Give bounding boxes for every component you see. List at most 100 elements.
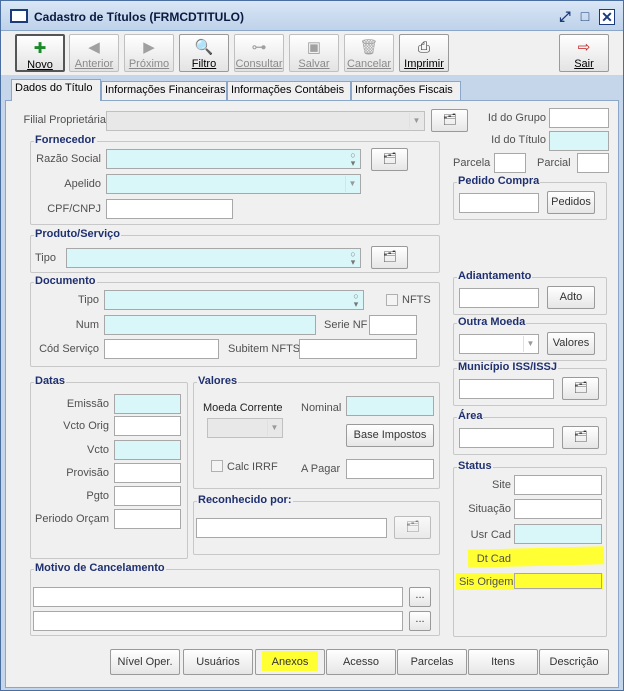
motivo-ellipsis-button-1[interactable]: ... [409,587,431,607]
acesso-button[interactable]: Acesso [326,649,396,675]
area-group: Área 🗂 [453,410,607,455]
pedidos-button[interactable]: Pedidos [547,191,595,214]
reconhecido-title: Reconhecido por: [197,494,293,506]
proximo-button[interactable]: ▶ Próximo [124,34,174,72]
consultar-button[interactable]: ⊶ Consultar [234,34,284,72]
municipio-input[interactable] [459,379,554,399]
printer-icon: ⎙ [417,39,430,56]
produto-tipo-input[interactable]: ○ ▾ [66,248,361,268]
id-titulo-label: Id do Título [491,134,546,146]
pedido-compra-input[interactable] [459,193,539,213]
nfts-checkbox[interactable] [386,294,398,306]
site-input[interactable] [514,475,602,495]
tab-info-fiscais[interactable]: Informações Fiscais [351,81,461,101]
restore-icon[interactable]: ⤢ [557,9,573,23]
produto-lookup-button[interactable]: 🗂 [371,246,408,269]
close-icon[interactable]: ✕ [599,9,615,25]
doc-tipo-label: Tipo [78,294,99,306]
cod-servico-input[interactable] [104,339,219,359]
nivel-oper-button[interactable]: Nível Oper. [110,649,180,675]
valores-group: Valores Moeda Corrente ▼ Nominal Base Im… [193,375,440,489]
vcto-input[interactable] [114,440,181,460]
parcelas-button[interactable]: Parcelas [397,649,467,675]
chevron-down-icon: ▼ [267,420,281,436]
situacao-label: Situação [468,503,511,515]
search-icon: ○ ▾ [353,291,359,309]
apelido-select[interactable]: ▼ [106,174,361,194]
motivo-ellipsis-button-2[interactable]: ... [409,611,431,631]
salvar-button[interactable]: ▣ Salvar [289,34,339,72]
usr-cad-input[interactable] [514,524,602,544]
novo-button[interactable]: ✚ Novo [15,34,65,72]
tab-dados-titulo[interactable]: Dados do Título [11,79,101,101]
parcial-input[interactable] [577,153,609,173]
fornecedor-title: Fornecedor [34,134,97,146]
emissao-input[interactable] [114,394,181,414]
anexos-button[interactable]: Anexos [255,649,325,675]
emissao-label: Emissão [66,398,109,410]
datas-title: Datas [34,375,66,387]
sair-button[interactable]: ⇨ Sair [559,34,609,72]
valores-button[interactable]: Valores [547,332,595,355]
nominal-input[interactable] [346,396,434,416]
cod-servico-label: Cód Serviço [39,343,99,355]
filial-lookup-button[interactable]: 🗂 [431,109,468,132]
area-input[interactable] [459,428,554,448]
new-record-icon: ✚ [33,40,47,57]
adiantamento-input[interactable] [459,288,539,308]
municipio-lookup-button[interactable]: 🗂 [562,377,599,400]
reconhecido-input[interactable] [196,518,387,538]
search-icon: ○ ▾ [350,249,356,267]
title-bar: Cadastro de Títulos (FRMCDTITULO) ⤢ □ ✕ [1,1,623,31]
id-titulo-input[interactable] [549,131,609,151]
cancelar-button[interactable]: 🗑 Cancelar [344,34,394,72]
filtro-button[interactable]: 🔍 Filtro [179,34,229,72]
imprimir-button[interactable]: ⎙ Imprimir [399,34,449,72]
periodo-orcam-label: Periodo Orçam [35,513,109,525]
serie-nf-label: Serie NF [324,319,368,331]
moeda-corrente-select[interactable]: ▼ [207,418,283,438]
descricao-button[interactable]: Descrição [539,649,609,675]
base-impostos-button[interactable]: Base Impostos [346,424,434,447]
serie-nf-input[interactable] [369,315,417,335]
vcto-orig-input[interactable] [114,416,181,436]
outra-moeda-select[interactable]: ▼ [459,334,539,354]
periodo-orcam-input[interactable] [114,509,181,529]
anterior-button[interactable]: ◀ Anterior [69,34,119,72]
fornecedor-group: Fornecedor Razão Social ○ ▾ 🗂 Apelido ▼ C… [30,134,440,225]
tab-bar: Dados do Título Informações Financeiras … [1,79,623,101]
id-grupo-input[interactable] [549,108,609,128]
sis-origem-input[interactable] [514,573,602,589]
doc-tipo-input[interactable]: ○ ▾ [104,290,364,310]
usuarios-button[interactable]: Usuários [183,649,253,675]
subitem-nfts-input[interactable] [299,339,417,359]
parcela-input[interactable] [494,153,526,173]
area-lookup-button[interactable]: 🗂 [562,426,599,449]
calc-irrf-checkbox[interactable] [211,460,223,472]
itens-button[interactable]: Itens [468,649,538,675]
situacao-input[interactable] [514,499,602,519]
subitem-nfts-label: Subitem NFTS [228,343,301,355]
razao-social-input[interactable]: ○ ▾ [106,149,361,169]
num-input[interactable] [104,315,316,335]
binoculars-icon: ⊶ [251,39,267,56]
maximize-icon[interactable]: □ [577,9,593,23]
fornecedor-lookup-button[interactable]: 🗂 [371,148,408,171]
tab-info-financeiras[interactable]: Informações Financeiras [101,81,227,101]
reconhecido-lookup-button[interactable]: 🗂 [394,516,431,539]
vcto-label: Vcto [86,444,109,456]
tab-info-contabeis[interactable]: Informações Contábeis [227,81,351,101]
tab-panel-dados: Filial Proprietária ▼ 🗂 Id do Grupo Id d… [5,100,619,688]
save-icon: ▣ [306,39,322,56]
motivo-input-2[interactable] [33,611,403,631]
a-pagar-input[interactable] [346,459,434,479]
area-title: Área [457,410,484,422]
cpf-cnpj-input[interactable] [106,199,233,219]
adto-button[interactable]: Adto [547,286,595,309]
provisao-input[interactable] [114,463,181,483]
valores-title: Valores [197,375,239,387]
pgto-input[interactable] [114,486,181,506]
filial-select[interactable]: ▼ [106,111,425,131]
outra-moeda-group: Outra Moeda ▼ Valores [453,316,607,361]
motivo-input-1[interactable] [33,587,403,607]
